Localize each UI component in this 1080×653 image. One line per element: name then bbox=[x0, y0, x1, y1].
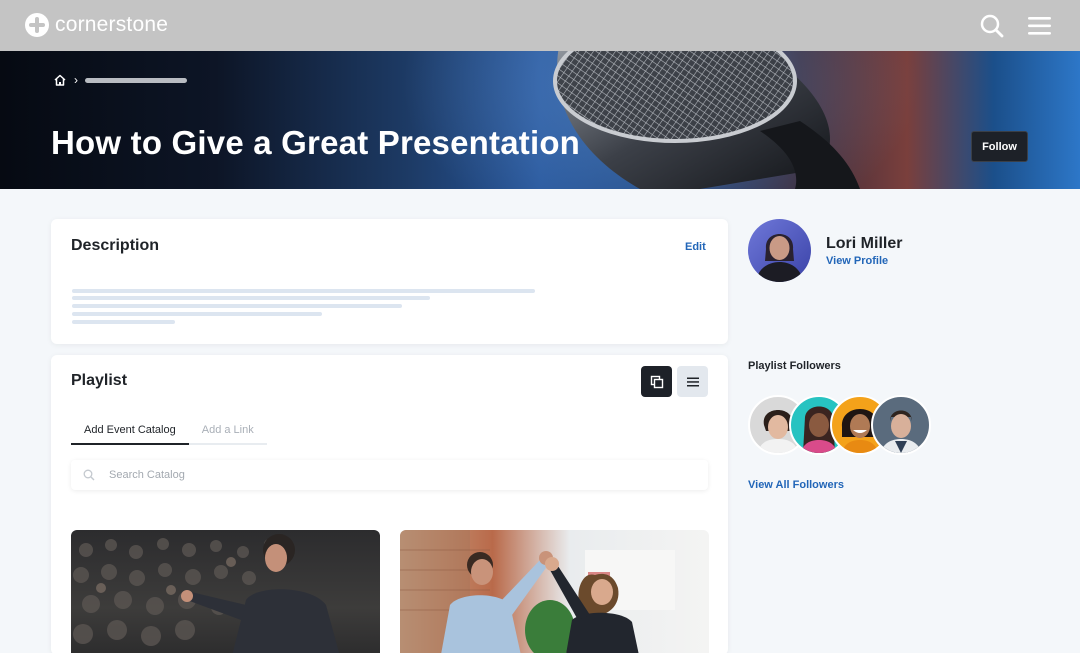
playlist-card: Playlist Add Event Catalog Add a Link bbox=[51, 355, 728, 653]
menu-icon[interactable] bbox=[1027, 15, 1052, 37]
microphone-image bbox=[553, 51, 860, 189]
high-five-photo bbox=[400, 530, 675, 653]
followers-heading: Playlist Followers bbox=[748, 360, 841, 372]
description-text-placeholder bbox=[72, 320, 175, 324]
hero-banner: › How to Give a Great Presentation bbox=[0, 51, 1080, 189]
playlist-heading: Playlist bbox=[71, 372, 128, 389]
grid-view-icon bbox=[650, 375, 663, 388]
followers-avatar-group bbox=[748, 395, 938, 455]
playlist-item-thumbnail[interactable] bbox=[400, 530, 709, 653]
brand-name: cornerstone bbox=[55, 13, 169, 36]
cornerstone-logo-icon bbox=[25, 13, 49, 37]
playlist-item-thumbnail[interactable] bbox=[71, 530, 380, 653]
top-navigation-bar: cornerstone bbox=[0, 0, 1080, 51]
list-view-button[interactable] bbox=[677, 366, 708, 397]
breadcrumb-current-placeholder[interactable] bbox=[85, 77, 187, 83]
brand-logo[interactable]: cornerstone bbox=[25, 13, 168, 37]
edit-description-link[interactable]: Edit bbox=[685, 241, 706, 253]
list-view-icon bbox=[686, 377, 699, 386]
view-all-followers-link[interactable]: View All Followers bbox=[748, 479, 844, 491]
description-text-placeholder bbox=[72, 289, 535, 293]
search-catalog-input[interactable] bbox=[109, 469, 669, 481]
catalog-search-box bbox=[71, 460, 708, 490]
author-name: Lori Miller bbox=[826, 235, 903, 252]
home-icon[interactable] bbox=[53, 73, 67, 87]
chevron-right-icon: › bbox=[74, 73, 78, 87]
description-heading: Description bbox=[71, 237, 160, 254]
view-profile-link[interactable]: View Profile bbox=[826, 255, 888, 267]
description-text-placeholder bbox=[72, 296, 430, 300]
description-card: Description Edit bbox=[51, 219, 728, 344]
playlist-tabs: Add Event Catalog Add a Link bbox=[71, 419, 267, 445]
description-text-placeholder bbox=[72, 312, 322, 316]
speaker-audience-photo bbox=[73, 534, 340, 653]
follower-avatar[interactable] bbox=[871, 395, 931, 455]
grid-view-button[interactable] bbox=[641, 366, 672, 397]
author-avatar[interactable] bbox=[748, 219, 811, 282]
search-icon bbox=[83, 469, 95, 481]
tab-add-event-catalog[interactable]: Add Event Catalog bbox=[71, 419, 189, 445]
description-text-placeholder bbox=[72, 304, 402, 308]
follow-button[interactable]: Follow bbox=[971, 131, 1028, 162]
author-photo bbox=[756, 234, 803, 282]
tab-add-a-link[interactable]: Add a Link bbox=[188, 419, 267, 445]
search-icon[interactable] bbox=[979, 13, 1005, 39]
breadcrumb: › bbox=[53, 73, 187, 87]
page-title: How to Give a Great Presentation bbox=[51, 124, 581, 161]
